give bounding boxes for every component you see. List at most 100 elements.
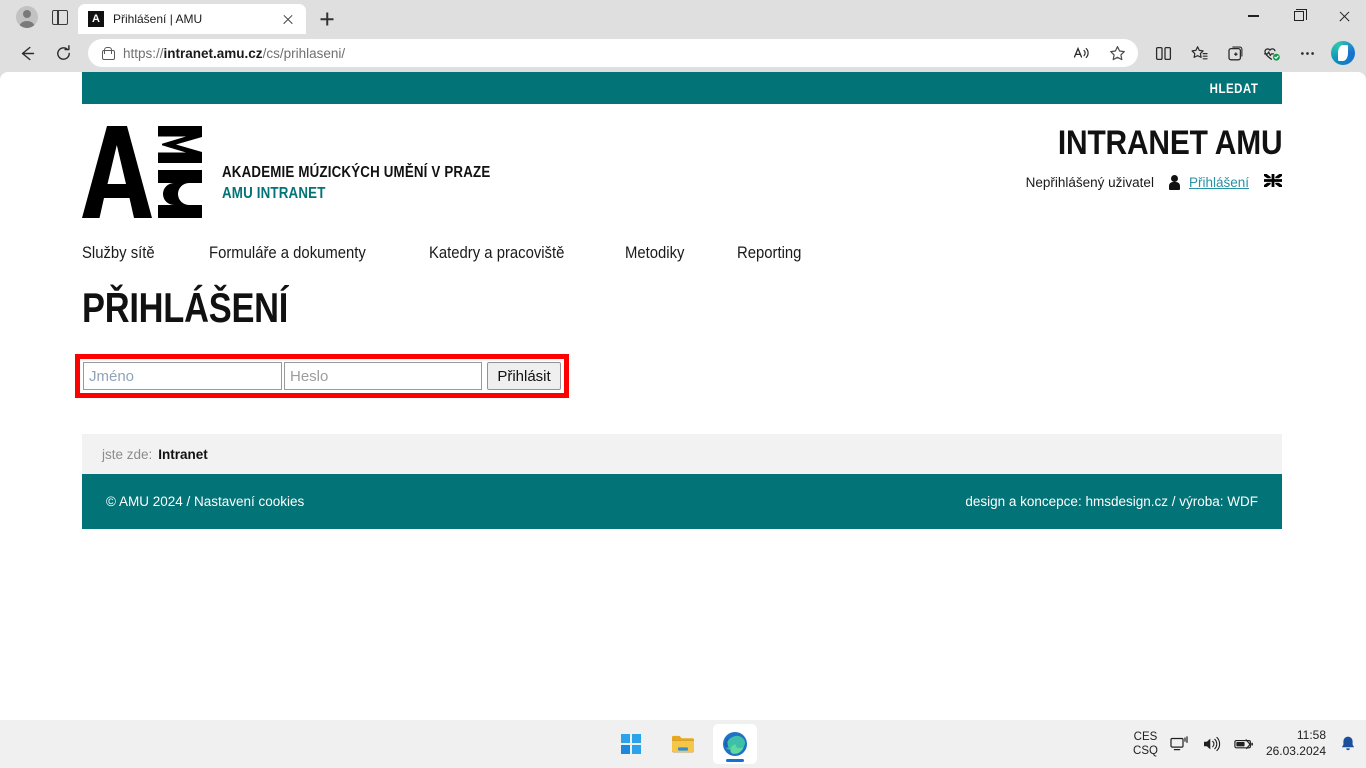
site-header: AKADEMIE MÚZICKÝCH UMĚNÍ V PRAZE AMU INT… (82, 104, 1283, 218)
tab-title: Přihlášení | AMU (113, 12, 203, 26)
login-submit-button[interactable]: Přihlásit (487, 362, 561, 390)
browser-tab[interactable]: A Přihlášení | AMU (78, 4, 306, 34)
close-window-button[interactable] (1321, 0, 1366, 32)
login-form-highlight: Přihlásit (75, 354, 569, 398)
add-favorite-button[interactable] (1100, 38, 1134, 68)
star-icon (1109, 45, 1125, 60)
breadcrumb-current[interactable]: Intranet (158, 447, 208, 462)
volume-button[interactable] (1202, 734, 1222, 754)
main-navigation: Služby sítě Formuláře a dokumenty Katedr… (82, 218, 1282, 263)
nav-item-sluzby-site[interactable]: Služby sítě (82, 244, 155, 263)
microsoft-edge-icon (723, 732, 747, 756)
favorites-list-icon (1191, 45, 1208, 59)
window-controls (1231, 0, 1366, 34)
maximize-button[interactable] (1276, 0, 1321, 32)
refresh-icon (56, 44, 70, 60)
password-input[interactable] (284, 362, 482, 390)
browser-window: A Přihlášení | AMU https://intranet.amu.… (0, 0, 1366, 768)
language-line-2: CSQ (1133, 745, 1158, 757)
copilot-icon (1331, 41, 1355, 65)
login-link[interactable]: Přihlášení (1189, 175, 1249, 190)
maximize-icon (1293, 9, 1307, 21)
nav-item-formulare-a-dokumenty[interactable]: Formuláře a dokumenty (209, 244, 366, 263)
taskbar-clock[interactable]: 11:58 26.03.2024 (1266, 728, 1326, 759)
intranet-title: INTRANET AMU (1057, 124, 1283, 162)
back-arrow-icon (21, 46, 34, 60)
lock-icon (102, 46, 115, 60)
login-form: Přihlásit (83, 362, 561, 390)
clock-date: 26.03.2024 (1265, 744, 1326, 758)
site-search-bar[interactable]: HLEDAT (82, 72, 1282, 104)
collections-button[interactable] (1218, 38, 1252, 68)
minimize-icon (1248, 15, 1259, 17)
header-right: INTRANET AMU Nepřihlášený uživatel Přihl… (1025, 124, 1283, 190)
nav-item-reporting[interactable]: Reporting (737, 244, 801, 263)
brand-text: AKADEMIE MÚZICKÝCH UMĚNÍ V PRAZE AMU INT… (222, 126, 534, 203)
page-title: PŘIHLÁŠENÍ (82, 284, 289, 331)
address-bar-url: https://intranet.amu.cz/cs/prihlaseni/ (123, 46, 345, 61)
tab-strip-left-icons (8, 0, 78, 34)
language-indicator[interactable]: CES CSQ (1133, 730, 1158, 759)
url-host: intranet.amu.cz (163, 45, 263, 61)
brand-line-1: AKADEMIE MÚZICKÝCH UMĚNÍ V PRAZE (222, 164, 491, 181)
more-options-icon (1300, 51, 1314, 55)
tab-strip: A Přihlášení | AMU (0, 0, 1366, 34)
footer-credits[interactable]: design a koncepce: hmsdesign.cz / výroba… (965, 494, 1258, 509)
windows-taskbar: CES CSQ 11:58 26.03.2024 (0, 720, 1366, 768)
battery-button[interactable] (1234, 734, 1254, 754)
uk-flag-glyph (1263, 172, 1283, 189)
tab-list-icon[interactable] (52, 9, 68, 25)
file-explorer-icon (672, 735, 694, 753)
language-line-1: CES (1133, 730, 1158, 743)
microsoft-edge-button[interactable] (713, 724, 757, 764)
split-screen-icon (1155, 46, 1171, 60)
uk-flag-icon[interactable] (1263, 172, 1283, 190)
brand-line-2: AMU INTRANET (222, 185, 326, 202)
person-icon (1168, 174, 1180, 190)
url-path: /cs/prihlaseni/ (262, 45, 346, 61)
split-screen-button[interactable] (1146, 38, 1180, 68)
file-explorer-button[interactable] (661, 724, 705, 764)
address-bar-actions (1064, 38, 1134, 68)
notifications-button[interactable] (1338, 734, 1358, 754)
search-label: HLEDAT (1209, 80, 1258, 96)
copilot-button[interactable] (1326, 38, 1360, 68)
address-bar[interactable]: https://intranet.amu.cz/cs/prihlaseni/ (88, 39, 1138, 67)
nav-item-metodiky[interactable]: Metodiky (625, 244, 684, 263)
new-tab-icon[interactable] (312, 4, 342, 34)
back-button[interactable] (10, 38, 44, 68)
minimize-button[interactable] (1231, 0, 1276, 32)
user-status-text: Nepřihlášený uživatel (1025, 174, 1154, 190)
amu-intranet-page: HLEDAT AKADEMIE MÚZICKÝCH UMĚNÍ V PRAZE … (0, 72, 1366, 529)
browser-essentials-button[interactable] (1254, 38, 1288, 68)
network-icon (1170, 736, 1189, 751)
windows-start-icon (621, 734, 641, 754)
notification-bell-icon (1341, 736, 1355, 751)
breadcrumb: jste zde: Intranet (82, 434, 1282, 474)
close-tab-icon[interactable] (278, 9, 298, 29)
page-viewport: HLEDAT AKADEMIE MÚZICKÝCH UMĚNÍ V PRAZE … (0, 72, 1366, 720)
browser-essentials-icon (1263, 47, 1280, 61)
taskbar-apps (609, 724, 757, 764)
refresh-button[interactable] (46, 38, 80, 68)
clock-time: 11:58 (1296, 728, 1326, 743)
favorites-button[interactable] (1182, 38, 1216, 68)
amu-logo[interactable] (82, 126, 202, 218)
breadcrumb-label: jste zde: (102, 446, 153, 462)
site-footer: © AMU 2024 / Nastavení cookies design a … (82, 474, 1282, 529)
read-aloud-button[interactable] (1064, 38, 1098, 68)
volume-icon (1204, 736, 1221, 752)
user-status-line: Nepřihlášený uživatel Přihlášení (1025, 172, 1283, 190)
browser-toolbar: https://intranet.amu.cz/cs/prihlaseni/ (0, 34, 1366, 72)
profile-icon[interactable] (16, 6, 38, 28)
footer-copyright[interactable]: © AMU 2024 / Nastavení cookies (106, 494, 304, 509)
nav-item-katedry-a-pracoviste[interactable]: Katedry a pracoviště (429, 244, 564, 263)
more-options-button[interactable] (1290, 38, 1324, 68)
windows-start-button[interactable] (609, 724, 653, 764)
network-button[interactable] (1170, 734, 1190, 754)
system-tray: CES CSQ 11:58 26.03.2024 (1133, 728, 1358, 759)
read-aloud-icon (1073, 46, 1089, 58)
collections-icon (1227, 46, 1242, 60)
close-window-icon (1338, 10, 1350, 22)
username-input[interactable] (83, 362, 282, 390)
